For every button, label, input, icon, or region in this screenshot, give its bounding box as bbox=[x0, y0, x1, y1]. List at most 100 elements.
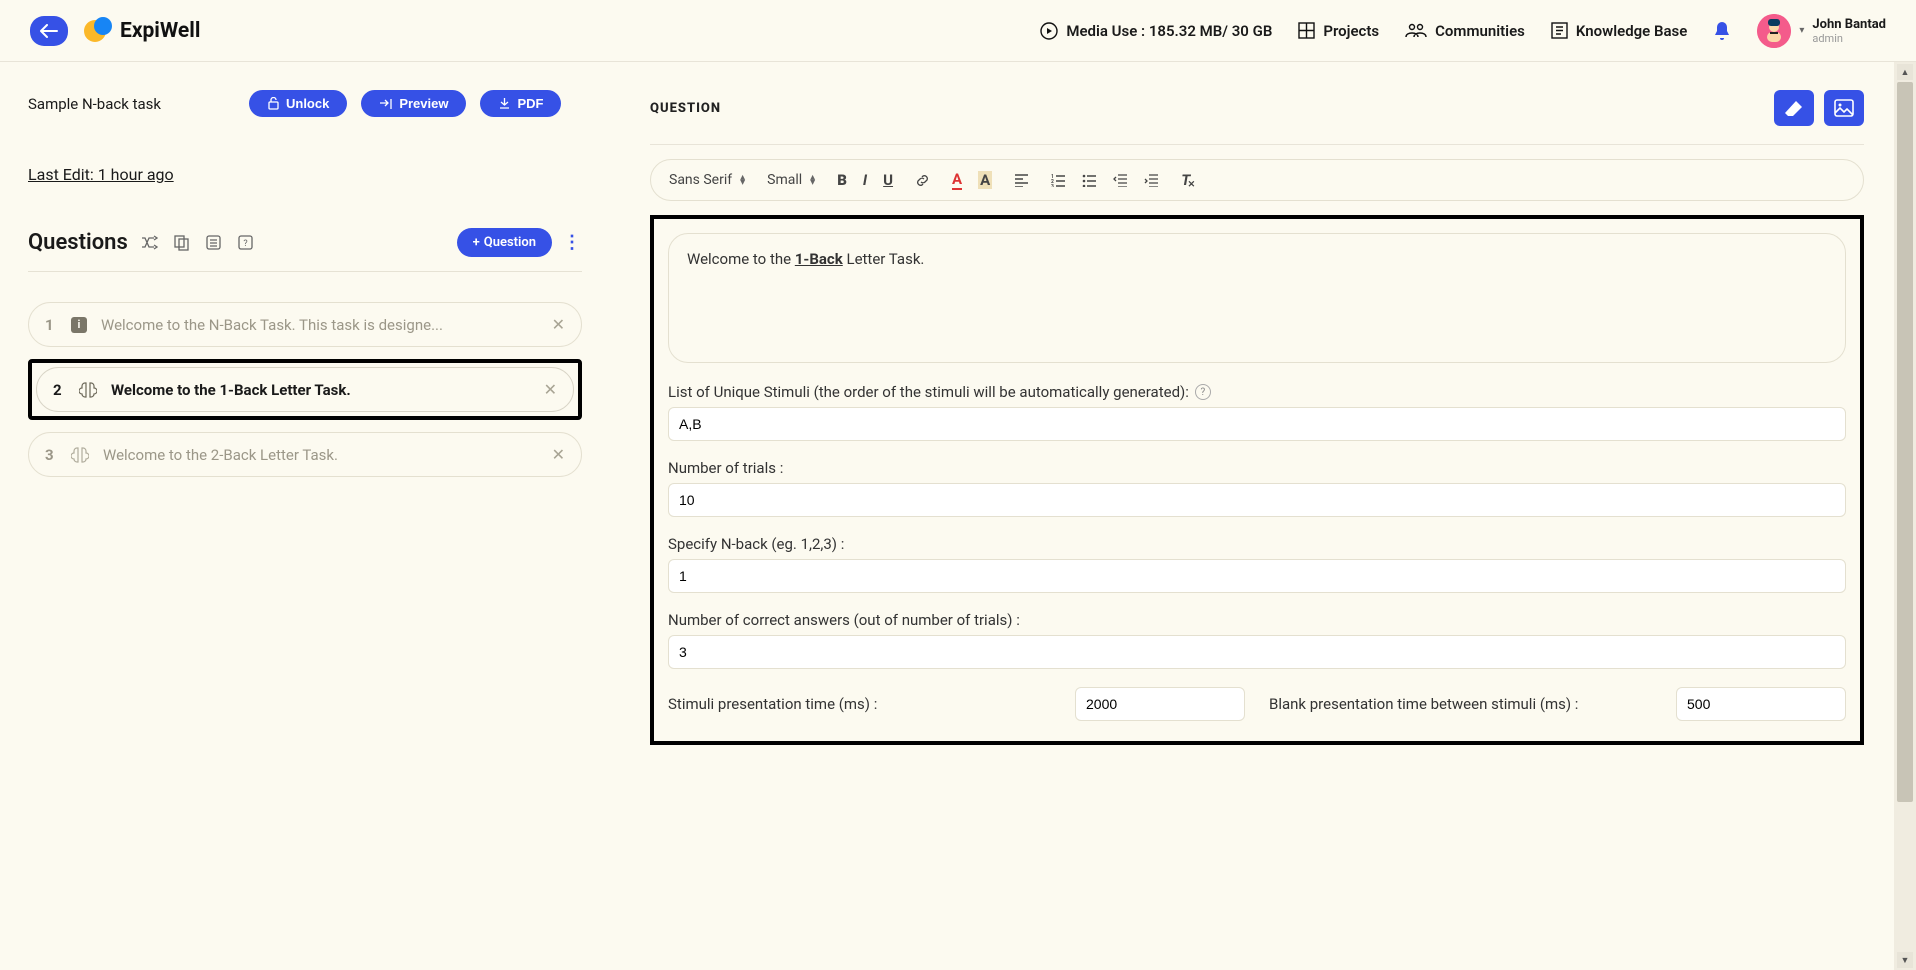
unlock-button[interactable]: Unlock bbox=[249, 90, 347, 117]
trials-label: Number of trials : bbox=[668, 459, 1846, 477]
image-button[interactable] bbox=[1824, 90, 1864, 126]
scroll-down-button[interactable]: ▼ bbox=[1897, 952, 1913, 968]
italic-button[interactable]: I bbox=[863, 171, 867, 189]
pdf-label: PDF bbox=[517, 96, 543, 111]
clear-format-button[interactable]: T✕ bbox=[1181, 171, 1190, 189]
logo-icon bbox=[84, 17, 112, 45]
svg-text:?: ? bbox=[244, 239, 248, 249]
question-item-1[interactable]: 1 i Welcome to the N-Back Task. This tas… bbox=[28, 302, 582, 347]
more-options-button[interactable]: ⋮ bbox=[562, 233, 582, 253]
scroll-thumb[interactable] bbox=[1897, 82, 1913, 802]
add-question-label: Question bbox=[484, 235, 536, 250]
help-button[interactable]: ? bbox=[236, 233, 256, 253]
header-left: ExpiWell bbox=[30, 16, 200, 46]
bg-color-button[interactable]: A bbox=[978, 171, 992, 189]
help-icon: ? bbox=[238, 235, 253, 250]
eraser-button[interactable] bbox=[1774, 90, 1814, 126]
align-button[interactable] bbox=[1014, 174, 1029, 187]
question-item-3[interactable]: 3 Welcome to the 2-Back Letter Task. ✕ bbox=[28, 432, 582, 477]
arrow-left-icon bbox=[40, 24, 58, 38]
font-size-select[interactable]: Small ▴▾ bbox=[767, 172, 815, 188]
duplicate-button[interactable] bbox=[172, 233, 192, 253]
nav-projects-label: Projects bbox=[1323, 22, 1379, 40]
add-question-button[interactable]: + Question bbox=[457, 228, 552, 257]
ol-icon: 123 bbox=[1051, 174, 1066, 187]
shuffle-icon bbox=[141, 235, 158, 250]
notifications-button[interactable] bbox=[1713, 21, 1731, 41]
brain-icon bbox=[71, 446, 89, 464]
ul-icon bbox=[1082, 174, 1097, 187]
font-family-select[interactable]: Sans Serif ▴▾ bbox=[669, 172, 745, 188]
media-use-text: Media Use : 185.32 MB/ 30 GB bbox=[1066, 22, 1272, 40]
preview-label: Preview bbox=[399, 96, 448, 111]
app-header: ExpiWell Media Use : 185.32 MB/ 30 GB Pr… bbox=[0, 0, 1916, 62]
richtext-bold: 1-Back bbox=[795, 250, 843, 268]
copy-icon bbox=[174, 235, 189, 251]
preview-icon bbox=[379, 98, 393, 110]
scrollbar[interactable]: ▲ ▼ bbox=[1894, 62, 1916, 970]
nav-communities[interactable]: Communities bbox=[1405, 22, 1525, 40]
q-num: 2 bbox=[53, 381, 65, 399]
nav-projects[interactable]: Projects bbox=[1298, 22, 1379, 40]
user-role: admin bbox=[1812, 32, 1886, 45]
outdent-button[interactable] bbox=[1113, 174, 1128, 187]
plus-icon: + bbox=[473, 235, 480, 250]
bell-icon bbox=[1713, 21, 1731, 41]
scroll-up-button[interactable]: ▲ bbox=[1897, 64, 1913, 80]
link-button[interactable] bbox=[915, 173, 930, 188]
back-button[interactable] bbox=[30, 16, 68, 46]
outdent-icon bbox=[1113, 174, 1128, 187]
divider bbox=[650, 144, 1864, 145]
bold-button[interactable]: B bbox=[837, 171, 847, 189]
question-item-2[interactable]: 2 Welcome to the 1-Back Letter Task. ✕ bbox=[28, 359, 582, 420]
help-icon[interactable]: ? bbox=[1195, 384, 1211, 400]
remove-button[interactable]: ✕ bbox=[544, 380, 557, 399]
brand-logo[interactable]: ExpiWell bbox=[84, 17, 200, 45]
shuffle-button[interactable] bbox=[140, 233, 160, 253]
user-menu[interactable]: ▾ John Bantad admin bbox=[1757, 14, 1886, 48]
underline-button[interactable]: U bbox=[883, 171, 893, 189]
nav-communities-label: Communities bbox=[1435, 22, 1525, 40]
indent-button[interactable] bbox=[1144, 174, 1159, 187]
ol-button[interactable]: 123 bbox=[1051, 174, 1066, 187]
nback-input[interactable] bbox=[668, 559, 1846, 593]
body: Sample N-back task Unlock Preview PDF La… bbox=[0, 62, 1916, 970]
task-name: Sample N-back task bbox=[28, 95, 161, 113]
pdf-button[interactable]: PDF bbox=[480, 90, 561, 117]
text-color-button[interactable]: A bbox=[952, 170, 962, 190]
left-pane: Sample N-back task Unlock Preview PDF La… bbox=[0, 62, 610, 970]
unlock-icon bbox=[267, 97, 280, 110]
brand-name: ExpiWell bbox=[120, 19, 200, 43]
last-edit[interactable]: Last Edit: 1 hour ago bbox=[28, 165, 582, 184]
nav-knowledge-label: Knowledge Base bbox=[1576, 22, 1687, 40]
blank-time-label: Blank presentation time between stimuli … bbox=[1269, 695, 1666, 713]
remove-button[interactable]: ✕ bbox=[552, 315, 565, 334]
divider bbox=[28, 271, 582, 272]
richtext-pre: Welcome to the bbox=[687, 250, 795, 268]
q-num: 3 bbox=[45, 446, 57, 464]
image-icon bbox=[1834, 99, 1854, 117]
stimuli-input[interactable] bbox=[668, 407, 1846, 441]
nav-knowledge[interactable]: Knowledge Base bbox=[1551, 22, 1687, 40]
right-pane: QUESTION Sans Serif ▴▾ Small ▴▾ bbox=[610, 62, 1894, 970]
brain-icon bbox=[79, 381, 97, 399]
trials-input[interactable] bbox=[668, 483, 1846, 517]
blank-time-input[interactable] bbox=[1676, 687, 1846, 721]
list-button[interactable] bbox=[204, 233, 224, 253]
preview-button[interactable]: Preview bbox=[361, 90, 466, 117]
select-arrows-icon: ▴▾ bbox=[810, 175, 815, 185]
ul-button[interactable] bbox=[1082, 174, 1097, 187]
link-icon bbox=[915, 173, 930, 188]
stim-time-input[interactable] bbox=[1075, 687, 1245, 721]
avatar bbox=[1757, 14, 1791, 48]
header-right: Media Use : 185.32 MB/ 30 GB Projects Co… bbox=[1040, 14, 1886, 48]
q-text: Welcome to the 2-Back Letter Task. bbox=[103, 446, 538, 464]
richtext-area[interactable]: Welcome to the 1-Back Letter Task. bbox=[668, 233, 1846, 363]
q-text: Welcome to the 1-Back Letter Task. bbox=[111, 381, 530, 399]
select-arrows-icon: ▴▾ bbox=[740, 175, 745, 185]
correct-input[interactable] bbox=[668, 635, 1846, 669]
remove-button[interactable]: ✕ bbox=[552, 445, 565, 464]
richtext-post: Letter Task. bbox=[843, 250, 925, 268]
rich-text-toolbar: Sans Serif ▴▾ Small ▴▾ B I U A A bbox=[650, 159, 1864, 201]
align-icon bbox=[1014, 174, 1029, 187]
